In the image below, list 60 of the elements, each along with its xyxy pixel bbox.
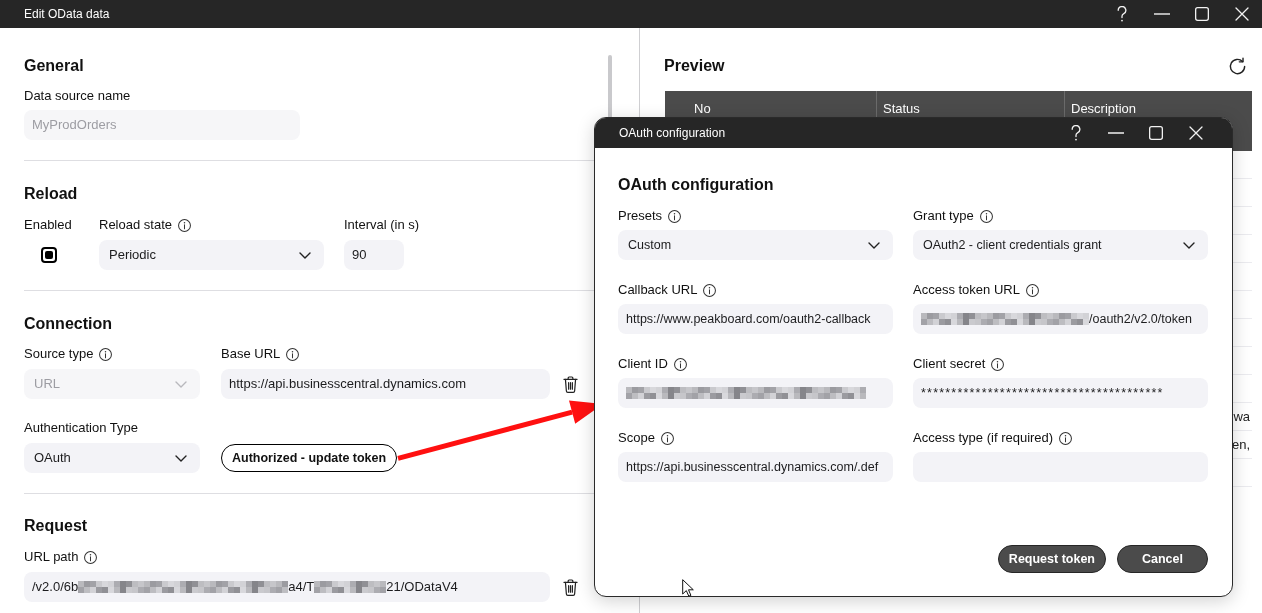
window-title: Edit OData data bbox=[24, 7, 110, 21]
trash-icon[interactable] bbox=[563, 578, 578, 596]
dropdown[interactable]: Periodic bbox=[99, 240, 324, 270]
field-label: Access type (if required) bbox=[913, 430, 1054, 446]
request-token-button[interactable]: Request token bbox=[997, 545, 1106, 573]
password-field[interactable]: **************************************** bbox=[913, 378, 1208, 408]
close-icon[interactable] bbox=[1189, 126, 1203, 140]
field-label: Data source name bbox=[24, 88, 131, 104]
field-label: Interval (in s) bbox=[344, 217, 420, 233]
field-label: Presets bbox=[618, 208, 663, 224]
column-header[interactable]: Description bbox=[1071, 101, 1137, 117]
dialog-title: OAuth configuration bbox=[619, 126, 726, 140]
section-heading: Reload bbox=[24, 184, 78, 204]
token-button[interactable]: Authorized - update token bbox=[221, 444, 398, 472]
section-heading: General bbox=[24, 56, 84, 76]
field-label: URL path bbox=[24, 549, 79, 565]
section-heading: Preview bbox=[664, 56, 725, 76]
table-cell: en, bbox=[1231, 436, 1250, 453]
input-field[interactable]: https://www.peakboard.com/oauth2-callback bbox=[618, 304, 893, 334]
chevron-down-icon bbox=[175, 454, 187, 462]
field-label: Reload state bbox=[99, 217, 172, 233]
chevron-down-icon bbox=[299, 251, 311, 259]
field-label: Client secret bbox=[913, 356, 986, 372]
field-label: Base URL bbox=[221, 346, 281, 362]
column-header[interactable]: No bbox=[694, 101, 711, 117]
field-label: Source type bbox=[24, 346, 94, 362]
field-label: Client ID bbox=[618, 356, 668, 372]
input-field[interactable]: /v2.0/6b a4/T 21/ODataV4 bbox=[24, 572, 550, 602]
close-icon[interactable] bbox=[1235, 7, 1249, 21]
enabled-checkbox[interactable] bbox=[41, 247, 57, 263]
input-field[interactable]: /oauth2/v2.0/token bbox=[913, 304, 1208, 334]
field-label: Scope bbox=[618, 430, 655, 446]
field-label: Callback URL bbox=[618, 282, 698, 298]
maximize-icon[interactable] bbox=[1195, 7, 1209, 21]
field-label: Access token URL bbox=[913, 282, 1020, 298]
dropdown[interactable]: OAuth2 - client credentials grant bbox=[913, 230, 1208, 260]
cancel-button[interactable]: Cancel bbox=[1117, 545, 1208, 573]
input-field[interactable]: https://api.businesscentral.dynamics.com/.def bbox=[618, 452, 893, 482]
column-header[interactable]: Status bbox=[883, 101, 920, 117]
input-field[interactable]: 90 bbox=[344, 240, 404, 270]
dialog-heading: OAuth configuration bbox=[618, 175, 774, 195]
input-field[interactable] bbox=[618, 378, 893, 408]
input-field[interactable]: https://api.businesscentral.dynamics.com bbox=[221, 369, 550, 399]
table-cell: wa bbox=[1233, 408, 1250, 425]
trash-icon[interactable] bbox=[563, 375, 578, 393]
help-icon[interactable] bbox=[1117, 6, 1127, 22]
refresh-icon[interactable] bbox=[1228, 56, 1247, 76]
section-heading: Request bbox=[24, 516, 88, 536]
field-label: Authentication Type bbox=[24, 420, 138, 436]
field-label: Enabled bbox=[24, 217, 72, 233]
dropdown[interactable]: Custom bbox=[618, 230, 893, 260]
section-heading: Connection bbox=[24, 314, 112, 334]
maximize-icon[interactable] bbox=[1149, 126, 1163, 140]
help-icon[interactable] bbox=[1071, 125, 1081, 141]
dropdown[interactable]: OAuth bbox=[24, 443, 200, 473]
chevron-down-icon bbox=[868, 241, 880, 249]
chevron-down-icon bbox=[175, 380, 187, 388]
chevron-down-icon bbox=[1183, 241, 1195, 249]
scrollbar-thumb[interactable] bbox=[608, 55, 612, 119]
field-label: Grant type bbox=[913, 208, 974, 224]
